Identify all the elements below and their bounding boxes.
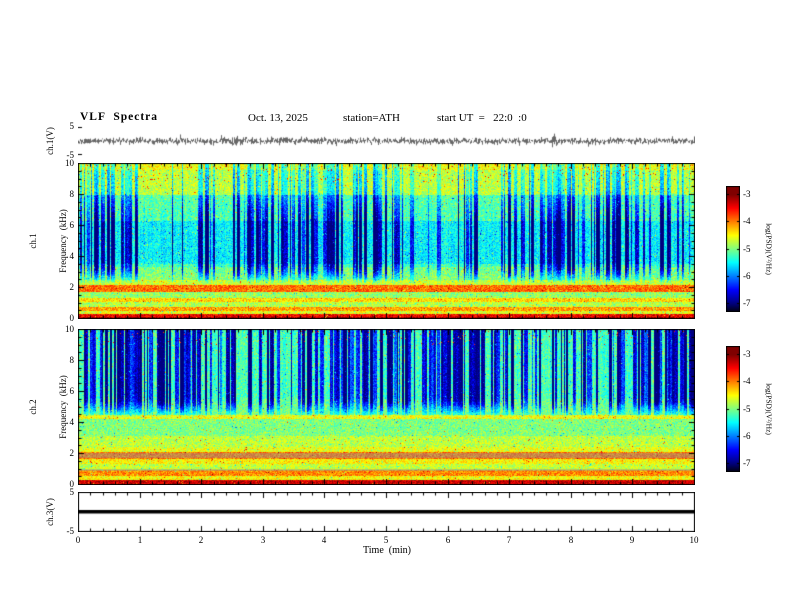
colorbar1-tick-label: -7	[743, 298, 751, 308]
start-ut-label: start UT = 22:0 :0	[437, 112, 527, 124]
colorbar1-tick-label: -3	[743, 189, 751, 199]
spec1-ytick-label: 4	[69, 251, 75, 261]
time-tick-label: 1	[137, 535, 143, 545]
ch2-spectrogram-ylabel-channel: ch.2	[28, 399, 38, 415]
ch2-colorbar	[726, 346, 740, 472]
spec2-ytick-label: 6	[69, 386, 75, 396]
ch1-spectrogram-ylabel-channel: ch.1	[28, 233, 38, 249]
spec1-ytick-label: 0	[69, 313, 75, 323]
colorbar1-tick-label: -6	[743, 271, 751, 281]
time-tick-label: 9	[629, 535, 635, 545]
spec1-ytick-label: 6	[69, 220, 75, 230]
ch2-spectrogram-plot	[78, 329, 695, 485]
ch2-spectrogram-ylabel: ch.2 Frequency (kHz)	[8, 375, 88, 438]
spec2-ytick-label: 4	[69, 417, 75, 427]
ch1-spectrogram-ylabel-text: Frequency (kHz)	[58, 209, 68, 273]
ch1-waveform-plot	[78, 126, 695, 156]
time-axis-label: Time (min)	[363, 545, 411, 556]
spec2-ytick-label: 10	[65, 324, 74, 334]
time-tick-label: 2	[198, 535, 204, 545]
time-tick-label: 6	[445, 535, 451, 545]
colorbar2-tick-label: -6	[743, 431, 751, 441]
spec2-ytick-label: 8	[69, 355, 75, 365]
spec1-ytick-label: 2	[69, 282, 75, 292]
time-tick-label: 10	[689, 535, 699, 545]
colorbar1-tick-label: -4	[743, 216, 751, 226]
ch1-colorbar	[726, 186, 740, 312]
figure-title: VLF Spectra	[80, 111, 159, 123]
ch1-spectrogram-plot	[78, 163, 695, 319]
colorbar2-tick-label: -3	[743, 349, 751, 359]
time-tick-label: 0	[75, 535, 81, 545]
time-tick-label: 7	[506, 535, 512, 545]
ch3-wave-ylabel: ch.3(V)	[45, 498, 55, 526]
time-tick-label: 8	[568, 535, 574, 545]
ch3-waveform-plot	[78, 492, 695, 532]
ch1-spectrogram-ylabel: ch.1 Frequency (kHz)	[8, 209, 88, 272]
colorbar2-tick-label: -5	[743, 404, 751, 414]
colorbar1-tick-label: -5	[743, 244, 751, 254]
figure-date: Oct. 13, 2025	[248, 112, 308, 124]
ch2-spectrogram-ylabel-text: Frequency (kHz)	[58, 375, 68, 439]
ch2-colorbar-label: log(PSD)(V²/Hz)	[764, 383, 774, 435]
wave3-ytick-label: 5	[69, 487, 75, 497]
vlf-spectra-figure: VLF Spectra Oct. 13, 2025 station=ATH st…	[0, 0, 792, 612]
station-label: station=ATH	[343, 112, 400, 124]
ch1-colorbar-label: log(PSD)(V²/Hz)	[764, 223, 774, 275]
colorbar2-tick-label: -7	[743, 458, 751, 468]
wave3-ytick-label: -5	[66, 526, 75, 536]
wave1-ytick-label: 5	[69, 121, 75, 131]
wave1-ytick-label: -5	[66, 150, 75, 160]
time-tick-label: 3	[260, 535, 266, 545]
spec1-ytick-label: 8	[69, 189, 75, 199]
spec2-ytick-label: 2	[69, 448, 75, 458]
colorbar2-tick-label: -4	[743, 376, 751, 386]
time-tick-label: 5	[383, 535, 389, 545]
time-tick-label: 4	[321, 535, 327, 545]
